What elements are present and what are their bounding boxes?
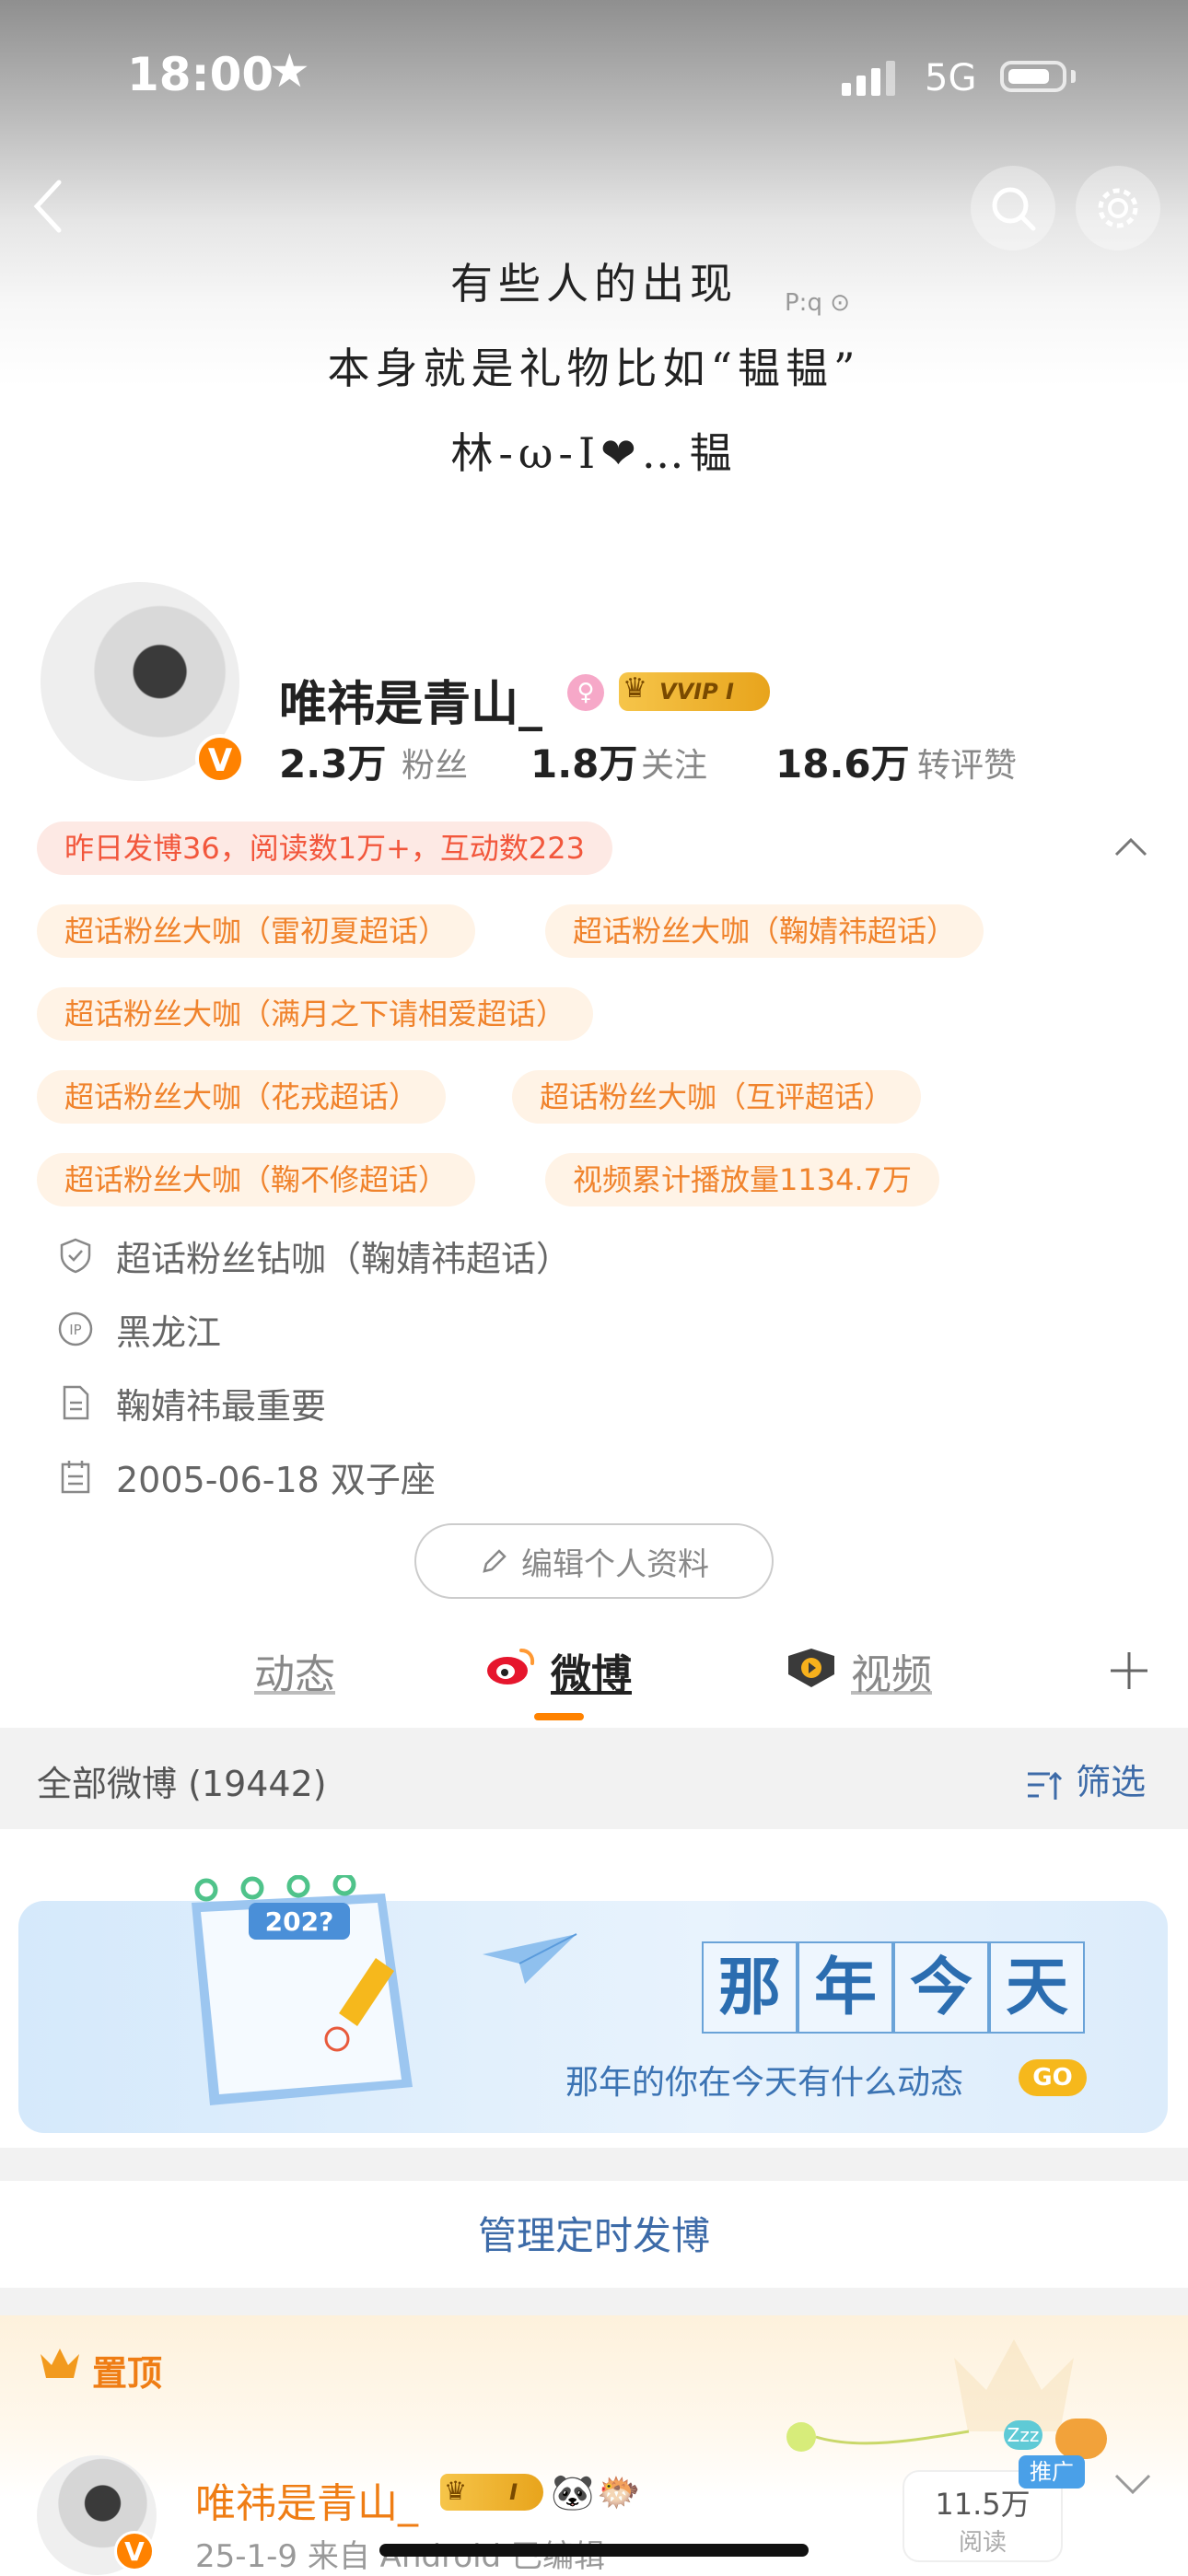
tab-video[interactable]: 视频 [851, 1641, 932, 1700]
ip-icon: IP [58, 1311, 93, 1346]
username: 唯祎是青山_ [279, 677, 543, 732]
svg-text:IP: IP [69, 1322, 81, 1338]
signal-icon [842, 59, 897, 96]
video-icon [785, 1647, 838, 1693]
ip-location: 黑龙江 [116, 1311, 222, 1353]
tab-dynamics[interactable]: 动态 [254, 1641, 335, 1700]
banner-subtitle: 那年的你在今天有什么动态 [565, 2064, 964, 2102]
bio-text: 鞠婧祎最重要 [116, 1385, 327, 1427]
edit-profile-button[interactable]: 编辑个人资料 [414, 1523, 774, 1599]
all-weibo-count[interactable]: 全部微博 (19442) [37, 1755, 327, 1806]
supertopic-text: 超话粉丝钻咖（鞠婧祎超话） [116, 1238, 572, 1279]
edit-profile-label: 编辑个人资料 [521, 1545, 709, 1583]
supertopic-row[interactable]: 超话粉丝钻咖（鞠婧祎超话） [57, 1232, 572, 1279]
badge-tag[interactable]: 超话粉丝大咖（鞠不修超话） [37, 1153, 476, 1206]
banner-title-char: 年 [798, 1941, 893, 2034]
add-tab-button[interactable] [1107, 1649, 1151, 1693]
female-icon: ♀ [567, 674, 604, 711]
verified-badge-icon: V [114, 2531, 155, 2571]
calendar-illustration: 202? [164, 1872, 440, 2124]
fish-icon: 🐡 [597, 2472, 641, 2512]
filter-button[interactable]: 筛选 [1024, 1754, 1146, 1804]
read-count-label: 阅读 [958, 2529, 1007, 2557]
badge-tag[interactable]: 超话粉丝大咖（满月之下请相爱超话） [37, 987, 594, 1041]
collapse-button[interactable] [1112, 829, 1149, 866]
promote-button[interactable]: 推广 [1019, 2455, 1085, 2489]
weibo-logo-icon [484, 1643, 538, 1693]
plus-icon [1111, 1652, 1147, 1689]
birthday-row: 2005-06-18 双子座 [57, 1453, 436, 1500]
sleep-bubble: Zzz [1004, 2420, 1042, 2450]
followers-label[interactable]: 粉丝 [402, 739, 468, 787]
settings-button[interactable] [1076, 166, 1160, 251]
cover-doodle: P:q ⊙ [785, 289, 850, 317]
tab-indicator [534, 1713, 584, 1720]
panda-icon: 🐼 [551, 2472, 595, 2512]
go-button[interactable]: GO [1019, 2059, 1087, 2096]
verified-badge-icon: V [195, 734, 245, 784]
home-indicator[interactable] [379, 2544, 809, 2557]
chevron-up-icon [1114, 837, 1147, 857]
badge-tag[interactable]: 超话粉丝大咖（鞠婧祎超话） [545, 904, 984, 958]
crown-small-icon: ♛ [444, 2476, 468, 2506]
battery-icon [1000, 61, 1066, 92]
status-time: 18:00 [127, 48, 274, 101]
back-button[interactable] [29, 179, 66, 233]
likes-label: 转评赞 [917, 747, 1018, 785]
section-divider [0, 2148, 1188, 2181]
banner-title-char: 今 [893, 1941, 989, 2034]
banner-title-char: 那 [702, 1941, 798, 2034]
chevron-down-icon [1114, 2474, 1151, 2495]
tab-weibo[interactable]: 微博 [551, 1641, 632, 1700]
section-divider [0, 2288, 1188, 2315]
pencil-icon [483, 1549, 507, 1573]
crown-icon [37, 2343, 83, 2387]
cover-text-line: 有些人的出现 [450, 259, 738, 309]
star-icon: ★ [269, 44, 310, 98]
svg-text:202?: 202? [265, 1906, 334, 1937]
badge-tag[interactable]: 视频累计播放量1134.7万 [545, 1153, 939, 1206]
cat-icon [1055, 2419, 1107, 2459]
post-author-name[interactable]: 唯祎是青山_ [195, 2470, 418, 2529]
likes-count: 18.6万 [775, 741, 910, 787]
bio-row: 鞠婧祎最重要 [57, 1380, 327, 1427]
following-count[interactable]: 1.8万 [530, 733, 637, 789]
paper-plane-icon [479, 1927, 580, 1995]
banner-title-char: 天 [989, 1941, 1085, 2034]
following-label[interactable]: 关注 [641, 739, 707, 787]
chevron-left-icon [33, 180, 62, 233]
daily-summary-tag[interactable]: 昨日发博36，阅读数1万+，互动数223 [37, 822, 612, 875]
network-label: 5G [925, 57, 977, 99]
filter-icon [1028, 1771, 1063, 1800]
manage-scheduled-posts-button[interactable]: 管理定时发博 [0, 2205, 1188, 2261]
shield-icon [60, 1238, 91, 1274]
filter-label: 筛选 [1076, 1762, 1147, 1802]
search-button[interactable] [971, 166, 1055, 251]
cover-text-line: 本身就是礼物比如“韫韫” [327, 344, 861, 393]
crown-icon: ♛ [623, 672, 647, 705]
followers-count[interactable]: 2.3万 [279, 733, 386, 789]
birthday-text: 2005-06-18 双子座 [116, 1459, 436, 1500]
ip-row: IP 黑龙江 [57, 1306, 222, 1353]
more-button[interactable] [1112, 2470, 1153, 2501]
badge-tag[interactable]: 超话粉丝大咖（雷初夏超话） [37, 904, 476, 958]
battery-tip [1071, 70, 1076, 83]
calendar-icon [61, 1461, 90, 1494]
search-icon [992, 187, 1036, 231]
gear-icon [1098, 188, 1138, 228]
badge-tag[interactable]: 超话粉丝大咖（互评超话） [512, 1070, 922, 1124]
badge-tag[interactable]: 超话粉丝大咖（花戎超话） [37, 1070, 447, 1124]
document-icon [63, 1385, 89, 1420]
cover-text-line: 林-ω-I❤…韫 [450, 428, 738, 478]
pinned-label: 置顶 [92, 2353, 163, 2394]
